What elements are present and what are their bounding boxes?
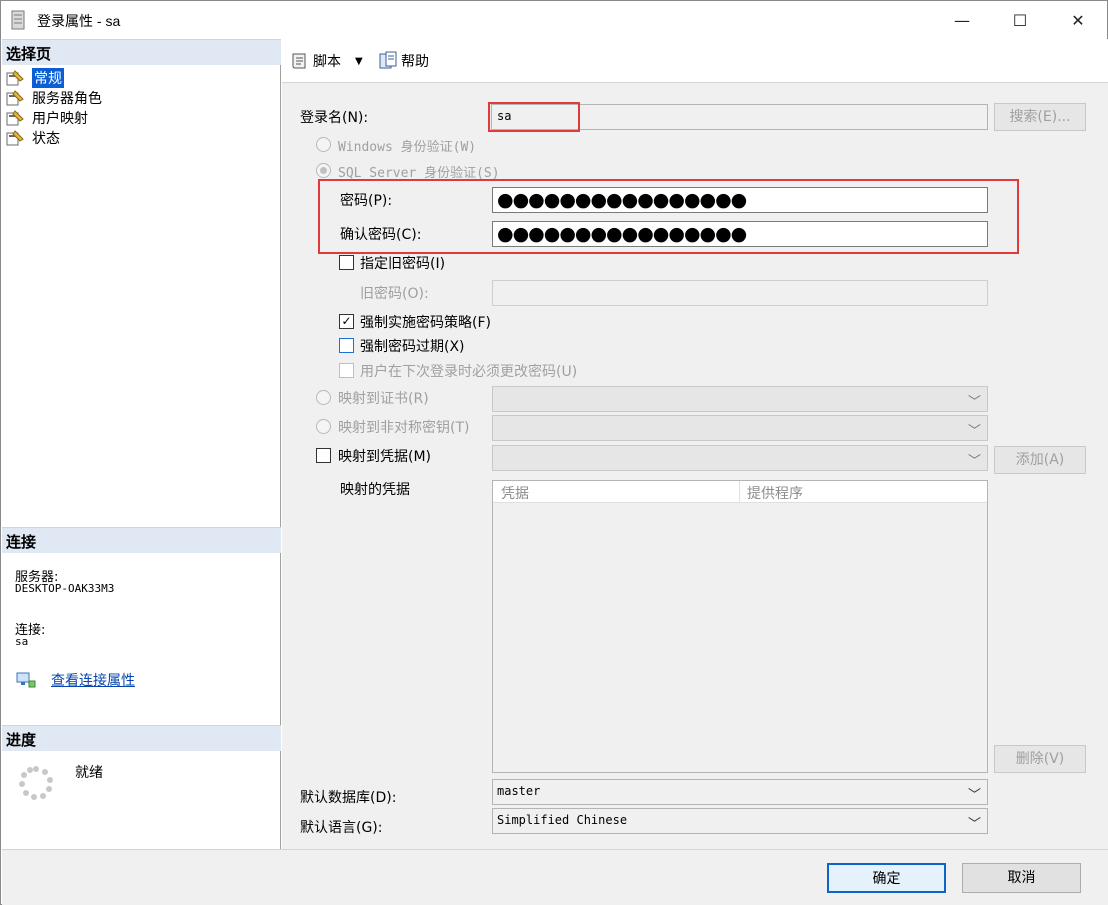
old-password-label: 旧密码(O):	[360, 286, 429, 302]
script-label: 脚本	[313, 54, 341, 70]
mapped-credentials-table: 凭据 提供程序	[492, 480, 988, 773]
map-asym-key-radio[interactable]	[316, 419, 331, 434]
window-title: 登录属性 - sa	[37, 13, 121, 29]
certificate-combo[interactable]: ﹀	[492, 386, 988, 412]
must-change-label: 用户在下次登录时必须更改密码(U)	[360, 364, 578, 380]
page-label-user-mapping: 用户映射	[32, 111, 88, 127]
script-button[interactable]: 脚本 ▼	[290, 51, 363, 71]
enforce-expiration-checkbox[interactable]	[339, 338, 354, 353]
minimize-button[interactable]: —	[933, 1, 991, 39]
map-certificate-radio[interactable]	[316, 390, 331, 405]
login-properties-window: 登录属性 - sa — ☐ ✕ 选择页 常规 服务器角色 用户映射 状态 连接 …	[0, 0, 1108, 905]
server-value: DESKTOP-OAK33M3	[15, 582, 115, 595]
toolbar: 脚本 ▼ 帮助	[282, 39, 1108, 83]
view-connection-properties-link[interactable]: 查看连接属性	[51, 670, 135, 690]
windows-auth-radio[interactable]	[316, 137, 331, 152]
page-item-server-roles[interactable]: 服务器角色	[6, 88, 102, 108]
specify-old-password-checkbox[interactable]	[339, 255, 354, 270]
help-button[interactable]: 帮助	[378, 51, 429, 71]
windows-auth-label: Windows 身份验证(W)	[338, 140, 477, 155]
sql-auth-radio[interactable]	[316, 163, 331, 178]
maximize-button[interactable]: ☐	[991, 1, 1049, 39]
help-label: 帮助	[401, 54, 429, 70]
dialog-button-bar: 确定 取消	[2, 849, 1108, 905]
title-bar: 登录属性 - sa — ☐ ✕	[1, 1, 1107, 39]
close-button[interactable]: ✕	[1049, 1, 1107, 39]
add-button[interactable]: 添加(A)	[994, 446, 1086, 474]
page-label-server-roles: 服务器角色	[32, 91, 102, 107]
asym-key-combo[interactable]: ﹀	[492, 415, 988, 441]
map-certificate-label: 映射到证书(R)	[338, 391, 429, 407]
page-label-status: 状态	[32, 131, 60, 147]
ok-button[interactable]: 确定	[827, 863, 946, 893]
connection-heading: 连接	[2, 527, 281, 553]
default-language-value: Simplified Chinese	[497, 813, 628, 827]
highlight-password-fields	[318, 179, 1019, 254]
chevron-down-icon: ﹀	[967, 788, 981, 803]
page-icon	[6, 70, 24, 86]
progress-heading: 进度	[2, 725, 281, 751]
highlight-login-name	[488, 102, 580, 132]
progress-status: 就绪	[75, 765, 103, 781]
specify-old-password-label: 指定旧密码(I)	[360, 256, 446, 272]
default-language-combo[interactable]: Simplified Chinese ﹀	[492, 808, 988, 834]
script-icon	[290, 51, 310, 71]
page-icon	[6, 90, 24, 106]
old-password-field[interactable]	[492, 280, 988, 306]
page-item-general[interactable]: 常规	[6, 68, 64, 88]
search-button[interactable]: 搜索(E)...	[994, 103, 1086, 131]
login-name-label: 登录名(N):	[300, 110, 369, 126]
chevron-down-icon: ﹀	[967, 817, 981, 832]
general-page-content: 登录名(N): sa 搜索(E)... Windows 身份验证(W) SQL …	[282, 83, 1108, 849]
select-page-heading: 选择页	[2, 39, 281, 65]
left-pane: 选择页 常规 服务器角色 用户映射 状态 连接 服务器: DESKTOP-OAK…	[2, 39, 281, 849]
must-change-checkbox[interactable]	[339, 363, 354, 378]
map-asym-key-label: 映射到非对称密钥(T)	[338, 420, 470, 436]
page-icon	[6, 110, 24, 126]
page-item-status[interactable]: 状态	[6, 128, 60, 148]
default-language-label: 默认语言(G):	[300, 820, 383, 836]
column-header-provider[interactable]: 提供程序	[747, 483, 803, 503]
map-credential-label: 映射到凭据(M)	[338, 449, 432, 465]
enforce-policy-checkbox[interactable]: ✓	[339, 314, 354, 329]
enforce-expiration-label: 强制密码过期(X)	[360, 339, 465, 355]
credential-combo[interactable]: ﹀	[492, 445, 988, 471]
column-header-credential[interactable]: 凭据	[501, 483, 529, 503]
progress-spinner-icon	[18, 765, 54, 801]
column-divider	[739, 481, 740, 503]
mapped-credentials-label: 映射的凭据	[340, 482, 410, 498]
connection-properties-icon	[15, 671, 37, 689]
map-credential-checkbox[interactable]	[316, 448, 331, 463]
chevron-down-icon[interactable]: ▼	[355, 56, 363, 67]
default-database-label: 默认数据库(D):	[300, 790, 397, 806]
chevron-down-icon: ﹀	[967, 454, 981, 469]
enforce-policy-label: 强制实施密码策略(F)	[360, 315, 491, 331]
help-icon	[378, 51, 398, 71]
page-label-general: 常规	[32, 68, 64, 88]
default-database-combo[interactable]: master ﹀	[492, 779, 988, 805]
database-icon	[11, 10, 25, 30]
page-item-user-mapping[interactable]: 用户映射	[6, 108, 88, 128]
chevron-down-icon: ﹀	[967, 395, 981, 410]
table-header-row: 凭据 提供程序	[493, 481, 987, 503]
default-database-value: master	[497, 784, 541, 798]
connection-value: sa	[15, 635, 29, 648]
cancel-button[interactable]: 取消	[962, 863, 1081, 893]
page-icon	[6, 130, 24, 146]
remove-button[interactable]: 删除(V)	[994, 745, 1086, 773]
chevron-down-icon: ﹀	[967, 424, 981, 439]
